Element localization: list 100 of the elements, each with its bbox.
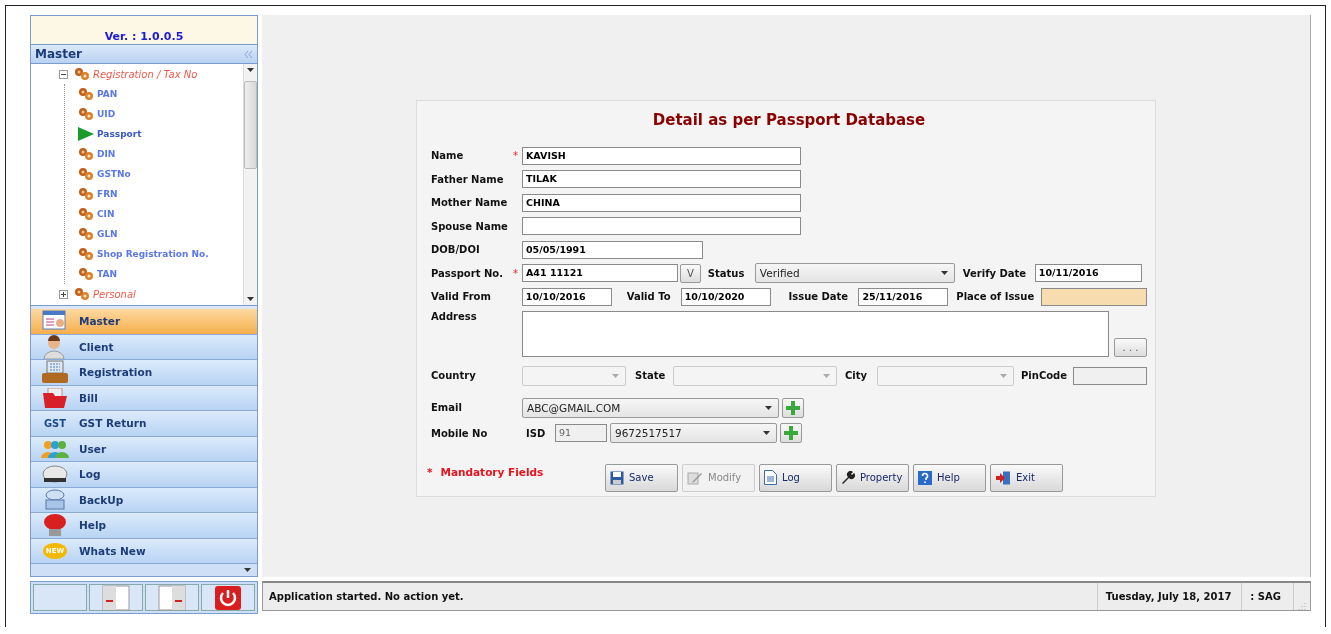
blank-button[interactable] [33,584,87,611]
nav-item[interactable]: GST GST Return [31,411,257,437]
nav-item[interactable]: Client [31,334,257,360]
nav-item[interactable]: Registration [31,360,257,386]
add-button[interactable] [782,397,804,418]
field-label: Issue Date [788,291,850,303]
alarm-button-icon [41,513,69,538]
collapse-box[interactable] [59,69,68,79]
nav-item[interactable]: Help [31,513,257,539]
cog-icon [73,287,91,301]
verify-button[interactable]: V [680,263,701,283]
power-button[interactable] [201,584,255,611]
required-mark: * [427,465,433,478]
field-label: Father Name [431,173,504,185]
cog-icon [77,227,95,241]
cog-icon [77,87,95,101]
form-button[interactable]: Exit [990,463,1063,492]
form-icon [42,310,68,333]
tree-item[interactable]: GLN [97,229,118,239]
document-icon [764,470,777,485]
isd-field[interactable]: 91 [555,424,607,442]
nav-item[interactable]: Master [31,309,257,335]
browse-button[interactable]: . . . [1114,337,1147,357]
play-arrow-icon [77,127,95,141]
tree-item[interactable]: Personal [93,288,136,300]
field-label: Valid To [626,291,672,303]
form-button[interactable]: Log [759,463,832,492]
form-button[interactable]: Save [605,463,678,492]
field-label: Verify Date [962,267,1028,279]
field-label: Passport No. [431,267,503,279]
expand-box[interactable] [59,289,68,299]
text-field[interactable] [522,217,801,236]
text-field[interactable] [1073,366,1147,385]
dropdown-arrow-icon [247,68,254,72]
text-field[interactable]: A41 11121 [522,264,678,283]
version-label: Ver. : 1.0.0.5 [31,16,257,44]
dropdown[interactable]: 9672517517 [610,423,777,443]
cog-icon [77,167,95,181]
dropdown-arrow-icon [1000,373,1007,378]
cog-icon [77,247,95,261]
field-label: DOB/DOI [431,244,480,256]
tree-item[interactable]: Registration / Tax No [93,68,198,80]
dropdown[interactable]: ABC@GMAIL.COM [522,397,779,418]
cog-icon [73,67,91,81]
cog-icon [77,147,95,161]
tree-item[interactable]: FRN [97,189,118,199]
resize-grip-icon[interactable] [1298,602,1306,610]
layout-button[interactable] [145,584,199,611]
add-button[interactable] [780,423,802,443]
layout-button[interactable] [89,584,143,611]
tree-item[interactable]: CIN [97,209,115,219]
cog-icon [77,207,95,221]
dropdown-arrow-icon [823,373,830,378]
tree-item[interactable]: Shop Registration No. [97,249,209,259]
form-button[interactable]: Property [836,463,909,492]
tree-item[interactable]: UID [97,109,116,119]
text-field[interactable] [1041,287,1147,306]
tree-item[interactable]: TAN [97,269,117,279]
tree-item[interactable]: Passport [97,129,142,139]
help-icon [918,470,932,485]
field-label: Place of Issue [956,291,1036,303]
collapse-icon[interactable] [244,50,253,58]
form-title: Detail as per Passport Database [651,111,927,129]
text-field[interactable]: 05/05/1991 [522,240,703,259]
power-icon [214,584,242,611]
text-field[interactable]: TILAK [522,170,801,189]
dropdown-arrow-icon [763,431,770,435]
dropdown-arrow-icon [612,373,619,378]
field-label: Mobile No [431,427,488,439]
form-button[interactable]: Help [913,463,986,492]
nav-item[interactable]: BackUp [31,487,257,513]
field-label: Valid From [431,291,491,303]
field-label: City [845,370,869,381]
tree-item[interactable]: DIN [97,149,116,159]
scrollbar[interactable] [243,64,257,305]
text-field[interactable]: 10/11/2016 [1034,264,1142,283]
text-field[interactable]: 25/11/2016 [858,287,949,306]
field-label: Email [431,402,462,413]
text-field[interactable]: KAVISH [522,146,801,165]
nav-item[interactable]: User [31,436,257,462]
dropdown[interactable]: Verified [754,263,955,284]
tree-item[interactable]: GSTNo [97,169,131,179]
nav-item[interactable]: Bill [31,385,257,411]
dropdown-arrow-icon [940,271,948,276]
folder-icon [42,387,68,408]
text-field[interactable]: 10/10/2016 [521,287,612,306]
required-mark: * [513,150,518,162]
tree-item[interactable]: PAN [97,89,118,99]
nav-item[interactable]: Log [31,462,257,488]
field-label: Country [431,370,476,381]
mandatory-note: Mandatory Fields [440,465,544,478]
status-date: Tuesday, July 18, 2017 [1096,583,1242,610]
text-field[interactable]: CHINA [522,193,801,212]
address-field[interactable] [521,310,1110,357]
field-label: Address [431,310,477,322]
disk-drive-icon [43,488,67,511]
right-pane-icon [158,584,186,611]
text-field[interactable]: 10/10/2020 [680,287,771,306]
status-message: Application started. No action yet. [268,591,465,602]
field-label: Status [707,267,746,279]
